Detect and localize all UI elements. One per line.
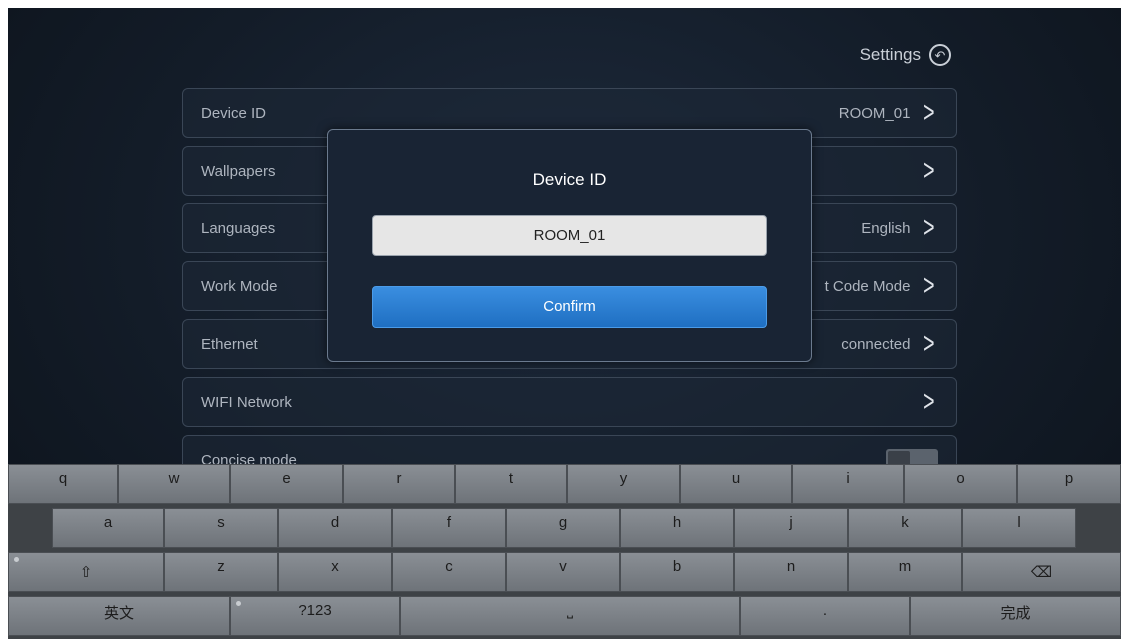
key-g[interactable]: g <box>506 508 620 548</box>
delete-key[interactable]: ⌫ <box>962 552 1121 592</box>
page-title: Settings <box>859 45 921 64</box>
settings-item-label: Languages <box>201 219 276 237</box>
key-m[interactable]: m <box>848 552 962 592</box>
key-o[interactable]: o <box>904 464 1017 504</box>
key-k[interactable]: k <box>848 508 962 548</box>
key-a[interactable]: a <box>52 508 164 548</box>
delete-icon: ⌫ <box>1030 564 1053 581</box>
key-h[interactable]: h <box>620 508 734 548</box>
key-y[interactable]: y <box>567 464 680 504</box>
settings-item-wifi-network[interactable]: WIFI Network > <box>182 377 957 427</box>
key-p[interactable]: p <box>1017 464 1121 504</box>
shift-key[interactable]: ⇧ <box>8 552 164 592</box>
confirm-button[interactable]: Confirm <box>372 286 767 328</box>
key-w[interactable]: w <box>118 464 230 504</box>
settings-item-label: WIFI Network <box>201 393 292 411</box>
key-v[interactable]: v <box>506 552 620 592</box>
settings-header: Settings ↶ <box>860 44 951 66</box>
soft-keyboard: q w e r t y u i o p a s d f g h j k l ⇧ … <box>8 464 1121 639</box>
settings-item-label: Ethernet <box>201 335 258 353</box>
key-t[interactable]: t <box>455 464 567 504</box>
keyboard-row-4: 英文 ?123 ⎵ . 完成 <box>8 596 1121 637</box>
symbols-key-label: ?123 <box>298 602 332 619</box>
settings-item-value: English <box>861 219 911 237</box>
key-i[interactable]: i <box>792 464 904 504</box>
chevron-right-icon: > <box>923 385 935 418</box>
chevron-right-icon: > <box>923 269 935 302</box>
period-key[interactable]: . <box>740 596 910 636</box>
key-u[interactable]: u <box>680 464 792 504</box>
settings-item-value: ROOM_01 <box>838 104 911 122</box>
back-icon[interactable]: ↶ <box>929 44 951 66</box>
key-j[interactable]: j <box>734 508 848 548</box>
device-id-dialog: Device ID Confirm <box>327 129 812 362</box>
key-x[interactable]: x <box>278 552 392 592</box>
key-c[interactable]: c <box>392 552 506 592</box>
key-f[interactable]: f <box>392 508 506 548</box>
keyboard-row-1: q w e r t y u i o p <box>8 464 1121 505</box>
chevron-right-icon: > <box>923 154 935 187</box>
key-z[interactable]: z <box>164 552 278 592</box>
key-b[interactable]: b <box>620 552 734 592</box>
settings-item-value: connected <box>841 335 911 353</box>
key-s[interactable]: s <box>164 508 278 548</box>
keyboard-row-2: a s d f g h j k l <box>8 508 1121 549</box>
settings-item-label: Work Mode <box>201 277 278 295</box>
keyboard-row-3: ⇧ z x c v b n m ⌫ <box>8 552 1121 593</box>
chevron-right-icon: > <box>923 96 935 129</box>
key-l[interactable]: l <box>962 508 1076 548</box>
done-key[interactable]: 完成 <box>910 596 1121 636</box>
screen: Settings ↶ Device ID ROOM_01 > Wallpapers… <box>8 8 1121 639</box>
chevron-right-icon: > <box>923 327 935 360</box>
settings-item-value: t Code Mode <box>824 277 911 295</box>
key-n[interactable]: n <box>734 552 848 592</box>
key-r[interactable]: r <box>343 464 455 504</box>
chevron-right-icon: > <box>923 211 935 244</box>
settings-item-label: Wallpapers <box>201 162 276 180</box>
key-e[interactable]: e <box>230 464 343 504</box>
key-q[interactable]: q <box>8 464 118 504</box>
settings-item-label: Device ID <box>201 104 267 122</box>
language-key[interactable]: 英文 <box>8 596 230 636</box>
symbols-key[interactable]: ?123 <box>230 596 400 636</box>
space-key[interactable]: ⎵ <box>400 596 740 636</box>
key-d[interactable]: d <box>278 508 392 548</box>
device-id-input[interactable] <box>372 215 767 256</box>
shift-icon: ⇧ <box>79 564 93 581</box>
dialog-title: Device ID <box>532 170 607 189</box>
